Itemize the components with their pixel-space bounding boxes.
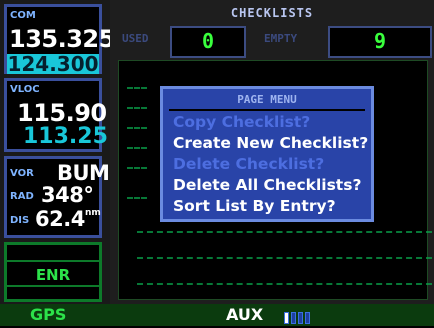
page-indicator-box <box>284 312 289 324</box>
vloc-panel[interactable]: VLOC 115.90 113.25 <box>4 78 108 152</box>
radial-value: 348° <box>41 183 94 207</box>
list-item[interactable] <box>137 283 432 287</box>
distance-unit: nm <box>85 208 101 218</box>
list-item[interactable] <box>127 167 147 171</box>
page-indicator-box <box>305 312 310 324</box>
com-active-frequency: 135.325 <box>9 25 115 53</box>
empty-count: 9 <box>328 26 432 58</box>
list-item[interactable] <box>127 107 147 111</box>
page-title: CHECKLISTS <box>230 6 314 20</box>
distance-value: 62.4 <box>35 207 85 231</box>
menu-item[interactable]: Sort List By Entry? <box>173 197 336 215</box>
mode-annunciator: ENR <box>35 266 71 284</box>
vor-label: VOR <box>10 168 34 179</box>
menu-item: Delete Checklist? <box>173 155 325 173</box>
vloc-label: VLOC <box>10 84 40 95</box>
list-item[interactable] <box>127 197 147 201</box>
status-bar: GPS AUX <box>0 304 434 326</box>
vor-panel: VOR BUM RAD 348° DIS 62.4 nm <box>4 156 110 238</box>
com-panel[interactable]: COM 135.325 124.300 <box>4 4 115 74</box>
page-indicator-box <box>298 312 303 324</box>
left-column: COM 135.325 124.300 VLOC 115.90 113.25 V… <box>0 0 115 304</box>
menu-item[interactable]: Create New Checklist? <box>173 134 368 152</box>
distance-label: DIS <box>10 215 30 226</box>
list-item[interactable] <box>137 257 432 261</box>
list-item[interactable] <box>127 127 147 131</box>
page-menu-title: PAGE MENU <box>237 93 297 106</box>
list-item[interactable] <box>127 147 147 151</box>
used-label: USED <box>122 32 149 45</box>
gps-annunciator: GPS <box>30 305 67 324</box>
used-count: 0 <box>170 26 246 58</box>
page-menu[interactable]: PAGE MENU Copy Checklist? Create New Chec… <box>160 86 374 222</box>
radial-label: RAD <box>10 191 34 202</box>
com-label: COM <box>10 10 36 21</box>
page-indicator <box>284 309 312 324</box>
menu-item[interactable]: Delete All Checklists? <box>173 176 361 194</box>
com-standby-frequency[interactable]: 124.300 <box>7 54 99 74</box>
list-item[interactable] <box>127 87 147 91</box>
gps-screen: COM 135.325 124.300 VLOC 115.90 113.25 V… <box>0 0 434 326</box>
vloc-standby-frequency: 113.25 <box>23 124 108 149</box>
mode-panel: ENR <box>4 242 102 302</box>
empty-label: EMPTY <box>264 32 298 45</box>
page-indicator-box <box>291 312 296 324</box>
menu-item: Copy Checklist? <box>173 113 311 131</box>
page-group-label: AUX <box>226 305 264 324</box>
vor-ident: BUM <box>57 161 110 185</box>
vloc-active-frequency: 115.90 <box>17 99 107 127</box>
list-item[interactable] <box>137 231 432 235</box>
menu-divider <box>169 109 365 111</box>
